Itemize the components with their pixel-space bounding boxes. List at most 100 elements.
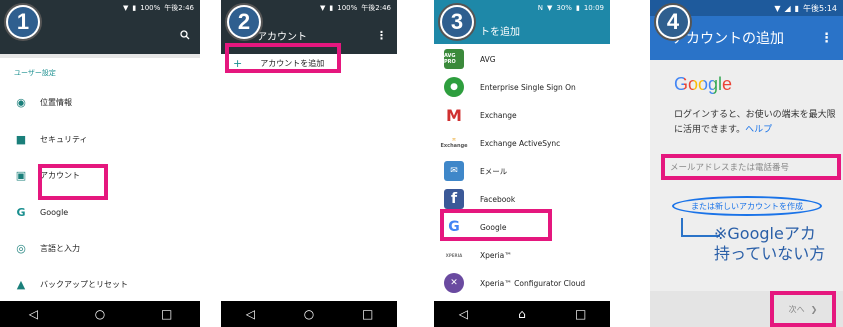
nav-bar: ◁ ○ □ [0, 301, 200, 327]
battery-icon: ▮ [132, 4, 137, 12]
recents-icon[interactable]: □ [358, 307, 378, 321]
step-badge-1: 1 [4, 3, 42, 41]
signal-icon: ▼ [123, 4, 129, 12]
status-time: 10:09 [583, 4, 604, 12]
settings-item-location[interactable]: ◉ 位置情報 [0, 84, 200, 120]
email-icon: ✉ [444, 161, 464, 181]
email-m-icon: M [444, 105, 464, 125]
highlight-email [661, 154, 841, 180]
account-type-label: Xperia™ Configurator Cloud [480, 278, 586, 288]
account-type-label: Eメール [480, 166, 508, 176]
facebook-icon: f [444, 189, 464, 209]
status-time: 午後5:14 [803, 3, 837, 13]
highlight-next [770, 291, 836, 327]
wifi-icon: ▼ [547, 4, 553, 12]
account-type-label: Enterprise Single Sign On [480, 82, 576, 92]
account-icon: ▣ [15, 168, 27, 182]
bottom-bar: 次へ ❯ [650, 291, 843, 327]
account-type-enterprise-sso[interactable]: ● Enterprise Single Sign On [434, 73, 610, 101]
recents-icon[interactable]: □ [157, 307, 177, 321]
battery-icon: ▮ [329, 4, 334, 12]
xperia-configurator-icon: ✕ [444, 273, 464, 293]
settings-screen: 1 ▼ ▮ 100% 午後2:46 ユーザー設定 ◉ 位置情報 ■ セキュリティ… [0, 0, 200, 327]
home-icon[interactable]: ○ [90, 307, 110, 321]
battery-level: 100% [140, 4, 161, 12]
account-type-label: Facebook [480, 194, 516, 204]
overflow-menu-icon[interactable]: ⋮ [820, 31, 833, 46]
accounts-screen: 2 ▼ ▮ 100% 午後2:46 アカウント ⋮ + アカウントを追加 ◁ ○… [221, 0, 397, 327]
account-type-label: Exchange [480, 110, 517, 120]
recents-icon[interactable]: □ [571, 307, 591, 321]
xperia-icon: XPERIA [444, 245, 464, 265]
note-line-2: 持っていない方 [714, 244, 826, 263]
status-time: 午後2:46 [164, 4, 194, 12]
settings-item-label: バックアップとリセット [40, 279, 128, 289]
signal-icon: ▼ [320, 4, 326, 12]
lock-icon: ■ [15, 132, 27, 146]
page-title: アカウントの追加 [672, 31, 784, 47]
step-badge-4: 4 [654, 3, 692, 41]
settings-item-backup[interactable]: ▲ バックアップとリセット [0, 266, 200, 302]
step-badge-3: 3 [438, 3, 476, 41]
account-type-exchange-activesync[interactable]: ≍ Exchange Exchange ActiveSync [434, 129, 610, 157]
nav-bar: ◁ ○ □ [221, 301, 397, 327]
account-type-xperia[interactable]: XPERIA Xperia™ [434, 241, 610, 269]
xperia-logo-text: XPERIA [445, 252, 463, 258]
overflow-menu-icon[interactable]: ⋮ [376, 29, 387, 42]
location-icon: ◉ [16, 95, 26, 109]
page-title: アカウント [257, 31, 307, 43]
highlight-google [440, 209, 552, 241]
signal-icon: ◢ [784, 3, 791, 13]
status-time: 午後2:46 [361, 4, 391, 12]
back-icon[interactable]: ◁ [453, 307, 473, 321]
settings-item-language[interactable]: ◎ 言語と入力 [0, 230, 200, 266]
account-type-label: AVG [480, 54, 496, 64]
account-type-label: Xperia™ [480, 250, 512, 260]
home-icon[interactable]: ○ [299, 307, 319, 321]
account-type-avg[interactable]: AVG PRO AVG [434, 45, 610, 73]
google-logo-text: Google [674, 74, 733, 94]
note-text: ※Googleアカ 持っていない方 [714, 224, 843, 264]
account-type-email[interactable]: ✉ Eメール [434, 157, 610, 185]
page-title: トを追加 [480, 26, 520, 38]
google-signin-screen: 4 ▼ ◢ ▮ 午後5:14 アカウントの追加 ⋮ Google ログインすると… [650, 0, 843, 327]
account-type-label: Exchange ActiveSync [480, 138, 561, 148]
enterprise-sso-icon: ● [444, 77, 464, 97]
avg-icon: AVG PRO [444, 49, 464, 69]
section-header: ユーザー設定 [14, 69, 56, 77]
account-type-exchange[interactable]: M Exchange [434, 101, 610, 129]
back-icon[interactable]: ◁ [240, 307, 260, 321]
signin-card: Google ログインすると、お使いの端末を最大限に活用できます。ヘルプ メール… [650, 60, 843, 294]
avg-logo-text: AVG PRO [444, 53, 456, 65]
search-icon[interactable] [180, 30, 190, 40]
settings-item-label: 言語と入力 [40, 243, 80, 253]
add-account-screen: 3 N ▼ 30% ▮ 10:09 トを追加 AVG PRO AVG ● Ent… [434, 0, 610, 327]
create-account-link[interactable]: または新しいアカウントを作成 [672, 196, 822, 216]
google-icon: G [16, 205, 26, 219]
google-logo: Google [674, 74, 732, 95]
step-badge-2: 2 [225, 3, 263, 41]
highlight-add-account [225, 43, 341, 73]
account-type-xperia-configurator[interactable]: ✕ Xperia™ Configurator Cloud [434, 269, 610, 297]
settings-item-label: Google [40, 207, 69, 217]
home-icon[interactable]: ⌂ [512, 307, 532, 321]
nfc-icon: N [537, 4, 543, 12]
note-line-1: ※Googleアカ [714, 224, 816, 243]
cloud-icon: ▲ [16, 277, 26, 291]
battery-level: 100% [337, 4, 358, 12]
exchange-logo-text: Exchange [440, 143, 468, 149]
globe-icon: ◎ [16, 241, 26, 255]
help-link[interactable]: ヘルプ [745, 125, 772, 135]
back-icon[interactable]: ◁ [23, 307, 43, 321]
settings-item-security[interactable]: ■ セキュリティ [0, 121, 200, 157]
divider [0, 54, 200, 58]
wifi-icon: ▼ [774, 3, 781, 13]
exchange-activesync-icon: ≍ Exchange [440, 133, 468, 153]
create-account-label: または新しいアカウントを作成 [691, 201, 803, 211]
battery-level: 30% [556, 4, 572, 12]
settings-item-label: セキュリティ [40, 134, 88, 144]
battery-icon: ▮ [575, 4, 580, 12]
battery-icon: ▮ [794, 3, 800, 13]
settings-item-label: 位置情報 [40, 97, 72, 107]
signin-description: ログインすると、お使いの端末を最大限に活用できます。ヘルプ [674, 108, 839, 138]
